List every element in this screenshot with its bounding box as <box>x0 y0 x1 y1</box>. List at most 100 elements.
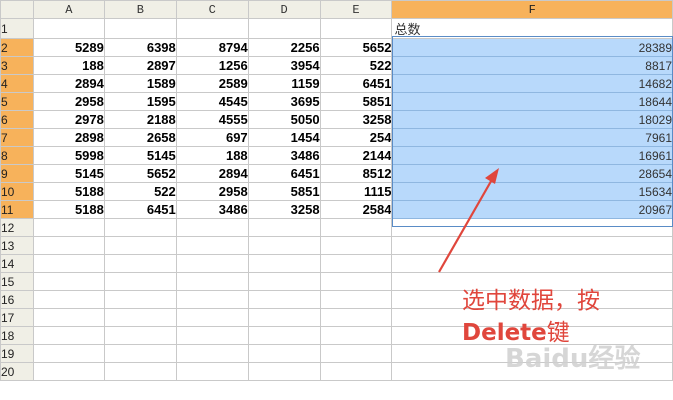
cell-b18[interactable] <box>103 326 177 345</box>
cell-d7[interactable]: 1454 <box>247 128 321 147</box>
cell-e18[interactable] <box>319 326 393 345</box>
cell-e19[interactable] <box>319 344 393 363</box>
cell-f12[interactable] <box>391 218 673 237</box>
cell-d10[interactable]: 5851 <box>247 182 321 201</box>
cell-e13[interactable] <box>319 236 393 255</box>
row-header[interactable]: 18 <box>0 326 34 345</box>
cell-c3[interactable]: 1256 <box>175 56 249 75</box>
column-header-c[interactable]: C <box>175 0 249 19</box>
cell-b7[interactable]: 2658 <box>103 128 177 147</box>
cell-a6[interactable]: 2978 <box>32 110 105 129</box>
cell-d13[interactable] <box>247 236 321 255</box>
cell-e1[interactable] <box>319 18 393 39</box>
row-header[interactable]: 5 <box>0 92 34 111</box>
row-header[interactable]: 19 <box>0 344 34 363</box>
cell-f14[interactable] <box>391 254 673 273</box>
cell-a10[interactable]: 5188 <box>32 182 105 201</box>
cell-c8[interactable]: 188 <box>175 146 249 165</box>
cell-f2[interactable]: 28389 <box>391 38 673 57</box>
cell-e20[interactable] <box>319 362 393 381</box>
cell-d19[interactable] <box>247 344 321 363</box>
cell-f9[interactable]: 28654 <box>391 164 673 183</box>
cell-d3[interactable]: 3954 <box>247 56 321 75</box>
cell-a1[interactable] <box>32 18 105 39</box>
cell-a16[interactable] <box>32 290 105 309</box>
cell-d20[interactable] <box>247 362 321 381</box>
cell-a8[interactable]: 5998 <box>32 146 105 165</box>
cell-c2[interactable]: 8794 <box>175 38 249 57</box>
cell-b5[interactable]: 1595 <box>103 92 177 111</box>
cell-a20[interactable] <box>32 362 105 381</box>
cell-c20[interactable] <box>175 362 249 381</box>
row-header[interactable]: 12 <box>0 218 34 237</box>
cell-e3[interactable]: 522 <box>319 56 393 75</box>
cell-e11[interactable]: 2584 <box>319 200 393 219</box>
cell-f3[interactable]: 8817 <box>391 56 673 75</box>
cell-b2[interactable]: 6398 <box>103 38 177 57</box>
cell-b4[interactable]: 1589 <box>103 74 177 93</box>
cell-f6[interactable]: 18029 <box>391 110 673 129</box>
cell-d16[interactable] <box>247 290 321 309</box>
cell-b15[interactable] <box>103 272 177 291</box>
cell-b17[interactable] <box>103 308 177 327</box>
cell-c11[interactable]: 3486 <box>175 200 249 219</box>
cell-a12[interactable] <box>32 218 105 237</box>
cell-d5[interactable]: 3695 <box>247 92 321 111</box>
cell-d18[interactable] <box>247 326 321 345</box>
cell-c12[interactable] <box>175 218 249 237</box>
cell-c15[interactable] <box>175 272 249 291</box>
cell-b14[interactable] <box>103 254 177 273</box>
cell-c13[interactable] <box>175 236 249 255</box>
cell-c6[interactable]: 4555 <box>175 110 249 129</box>
cell-e15[interactable] <box>319 272 393 291</box>
cell-d1[interactable] <box>247 18 321 39</box>
cell-e16[interactable] <box>319 290 393 309</box>
cell-e4[interactable]: 6451 <box>319 74 393 93</box>
cell-f8[interactable]: 16961 <box>391 146 673 165</box>
row-header[interactable]: 3 <box>0 56 34 75</box>
cell-c4[interactable]: 2589 <box>175 74 249 93</box>
column-header-b[interactable]: B <box>103 0 177 19</box>
cell-c10[interactable]: 2958 <box>175 182 249 201</box>
cell-b3[interactable]: 2897 <box>103 56 177 75</box>
cell-a5[interactable]: 2958 <box>32 92 105 111</box>
cell-a15[interactable] <box>32 272 105 291</box>
cell-d8[interactable]: 3486 <box>247 146 321 165</box>
cell-e5[interactable]: 5851 <box>319 92 393 111</box>
cell-a3[interactable]: 188 <box>32 56 105 75</box>
cell-f10[interactable]: 15634 <box>391 182 673 201</box>
row-header[interactable]: 20 <box>0 362 34 381</box>
cell-a17[interactable] <box>32 308 105 327</box>
cell-a2[interactable]: 5289 <box>32 38 105 57</box>
cell-b9[interactable]: 5652 <box>103 164 177 183</box>
cell-c7[interactable]: 697 <box>175 128 249 147</box>
row-header[interactable]: 17 <box>0 308 34 327</box>
column-header-f[interactable]: F <box>391 0 673 19</box>
column-header-a[interactable]: A <box>32 0 105 19</box>
cell-c18[interactable] <box>175 326 249 345</box>
cell-d15[interactable] <box>247 272 321 291</box>
cell-a19[interactable] <box>32 344 105 363</box>
row-header[interactable]: 4 <box>0 74 34 93</box>
cell-a14[interactable] <box>32 254 105 273</box>
cell-f1[interactable]: 总数 <box>391 18 673 39</box>
cell-b1[interactable] <box>103 18 177 39</box>
cell-b8[interactable]: 5145 <box>103 146 177 165</box>
row-header[interactable]: 7 <box>0 128 34 147</box>
cell-f11[interactable]: 20967 <box>391 200 673 219</box>
cell-e14[interactable] <box>319 254 393 273</box>
cell-e17[interactable] <box>319 308 393 327</box>
cell-d9[interactable]: 6451 <box>247 164 321 183</box>
cell-b20[interactable] <box>103 362 177 381</box>
cell-a9[interactable]: 5145 <box>32 164 105 183</box>
cell-c5[interactable]: 4545 <box>175 92 249 111</box>
cell-a4[interactable]: 2894 <box>32 74 105 93</box>
cell-c1[interactable] <box>175 18 249 39</box>
cell-d17[interactable] <box>247 308 321 327</box>
cell-b12[interactable] <box>103 218 177 237</box>
cell-e7[interactable]: 254 <box>319 128 393 147</box>
cell-e9[interactable]: 8512 <box>319 164 393 183</box>
cell-a18[interactable] <box>32 326 105 345</box>
cell-d6[interactable]: 5050 <box>247 110 321 129</box>
cell-b6[interactable]: 2188 <box>103 110 177 129</box>
